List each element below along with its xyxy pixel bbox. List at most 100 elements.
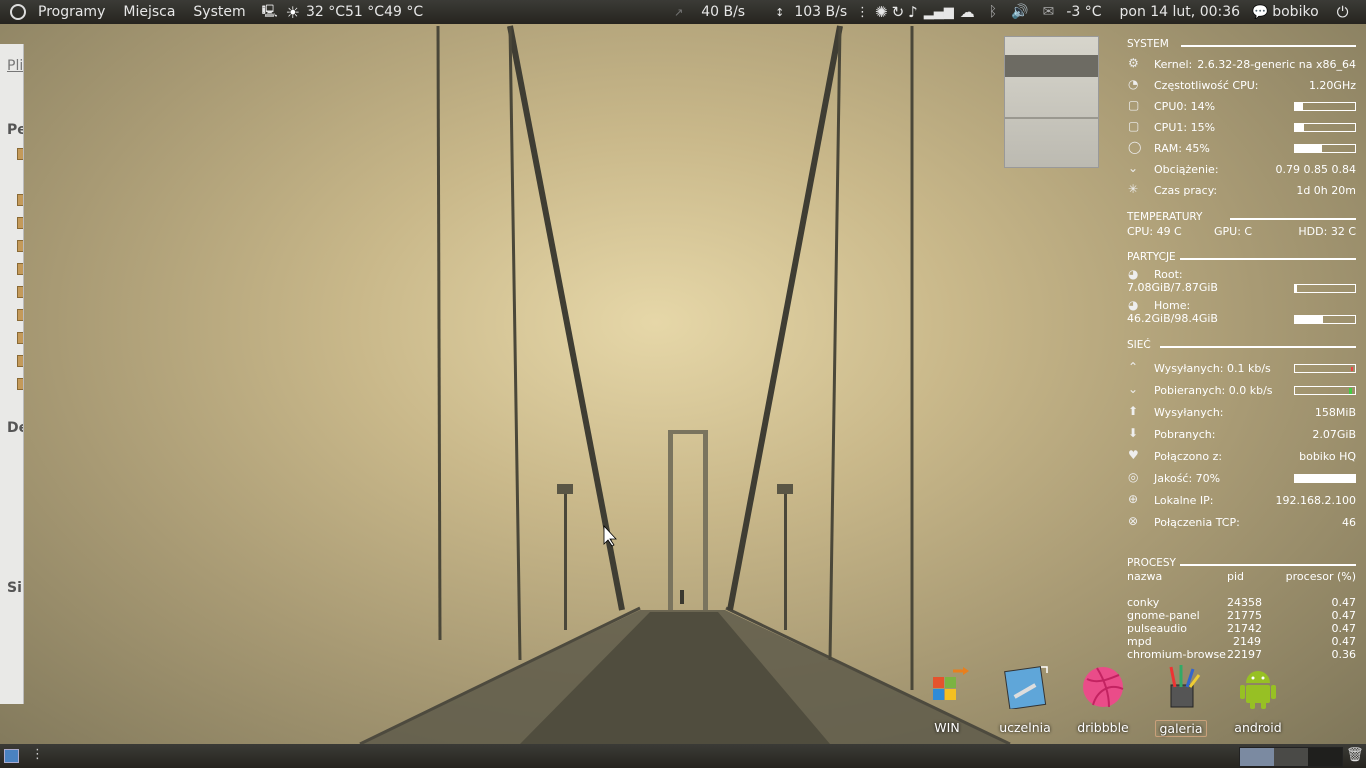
down-rate-graph <box>1294 386 1356 395</box>
desktop-icon-dribbble[interactable]: dribbble <box>1073 665 1133 735</box>
windows-flag-icon <box>933 667 969 700</box>
refresh-icon[interactable]: ↻ <box>892 3 905 21</box>
quality-bar <box>1294 474 1356 483</box>
desktop-icon-label: uczelnia <box>999 720 1051 735</box>
desktop-icon-galeria[interactable]: galeria <box>1151 665 1211 737</box>
volume-icon[interactable]: 🔊 <box>1011 4 1028 20</box>
folder-icon[interactable] <box>17 378 23 390</box>
table-row: gnome-panel 21775 0.47 <box>1123 609 1359 622</box>
up-rate-graph-tick <box>1351 367 1353 371</box>
cpu-temp: CPU: 49 C <box>1127 225 1182 238</box>
menu-file-partial[interactable]: Pli <box>7 58 23 74</box>
weather-temps[interactable]: 32 °C51 °C49 °C <box>306 4 423 20</box>
section-partitions: PARTYCJE <box>1123 251 1359 265</box>
thumbnail-divider <box>1005 117 1098 119</box>
folder-icon[interactable] <box>17 309 23 321</box>
folder-icon[interactable] <box>17 148 23 160</box>
uptime-value: 1d 0h 20m <box>1296 184 1356 197</box>
folder-icon[interactable] <box>17 194 23 206</box>
folder-icon[interactable] <box>17 240 23 252</box>
quality-bar-fill <box>1295 475 1355 482</box>
cpu-chip-icon: ▢ <box>1128 119 1140 133</box>
home-bar-fill <box>1295 316 1324 323</box>
process-pid: 21775 <box>1227 609 1262 622</box>
chat-bubble-icon[interactable]: 💬 <box>1252 5 1268 20</box>
menu-system[interactable]: System <box>187 4 251 20</box>
process-pid: 21742 <box>1227 622 1262 635</box>
aperture-icon[interactable]: ✺ <box>875 3 888 21</box>
net-up-rate[interactable]: 40 B/s <box>701 4 745 20</box>
cloud-icon[interactable]: ☁ <box>960 3 975 21</box>
header-pid: pid <box>1227 570 1245 583</box>
header-cpu: procesor (%) <box>1285 570 1356 583</box>
folder-icon[interactable] <box>17 263 23 275</box>
row-down-total: ⬇ Pobranych: 2.07GiB <box>1123 426 1359 442</box>
sidebar-heading-network: Si <box>7 580 22 596</box>
desktop-icon-label: galeria <box>1155 720 1207 737</box>
ram-bar-fill <box>1295 145 1322 152</box>
row-root-partition: ◕ Root: 7.08GiB/7.87GiB <box>1123 267 1359 295</box>
spinner-icon: ✳ <box>1128 182 1139 196</box>
monitor-icon[interactable]: 🖳 <box>262 2 278 23</box>
process-cpu: 0.47 <box>1331 609 1357 622</box>
show-desktop-icon[interactable] <box>4 749 19 763</box>
power-icon[interactable]: ⏻ <box>1337 3 1349 21</box>
net-down-rate[interactable]: 103 B/s <box>794 4 847 20</box>
up-total-value: 158MiB <box>1314 406 1356 419</box>
row-connected: ♥ Połączono z: bobiko HQ <box>1123 448 1359 464</box>
menu-programy[interactable]: Programy <box>32 4 111 20</box>
section-title: PARTYCJE <box>1127 251 1176 263</box>
row-cpu-freq: ◔ Częstotliwość CPU: 1.20GHz <box>1123 77 1359 93</box>
ubuntu-logo-icon[interactable] <box>10 4 26 20</box>
connected-label: Połączono z: <box>1154 450 1223 463</box>
clock[interactable]: pon 14 lut, 00:36 <box>1120 4 1241 20</box>
menu-miejsca[interactable]: Miejsca <box>117 4 181 20</box>
username[interactable]: bobiko <box>1272 4 1318 20</box>
workspace-3[interactable] <box>1308 748 1342 766</box>
workspace-2[interactable] <box>1274 748 1308 766</box>
process-cpu: 0.47 <box>1331 622 1357 635</box>
folder-icon[interactable] <box>17 355 23 367</box>
process-pid: 2149 <box>1233 635 1261 648</box>
cpu-chip-icon: ▢ <box>1128 98 1140 112</box>
sun-icon[interactable]: ☀ <box>286 3 300 22</box>
signal-bars-icon[interactable]: ▂▄▆ <box>924 5 954 20</box>
music-note-icon[interactable]: ♪ <box>908 3 918 21</box>
folder-icon[interactable] <box>17 217 23 229</box>
local-ip-label: Lokalne IP: <box>1154 494 1214 507</box>
quality-label: Jakość: 70% <box>1154 472 1221 485</box>
pie-chart-icon: ◕ <box>1128 298 1139 312</box>
desktop-icon-win[interactable]: WIN <box>917 665 977 735</box>
file-manager-window[interactable]: Pli Pe De Si <box>0 44 24 704</box>
note-pad-icon <box>1004 666 1048 710</box>
trash-icon[interactable]: 🗑 <box>1346 747 1364 763</box>
drag-handle-icon[interactable]: ⋮ <box>856 5 869 20</box>
process-table-header: nazwa pid procesor (%) <box>1123 568 1359 584</box>
desktop-icon-android[interactable]: android <box>1228 665 1288 735</box>
bluetooth-icon[interactable]: ᛒ <box>989 4 997 20</box>
workspace-1[interactable] <box>1240 748 1274 766</box>
local-ip-value: 192.168.2.100 <box>1275 494 1356 507</box>
cpu0-bar-fill <box>1295 103 1304 110</box>
cpu0-label: CPU0: 14% <box>1154 100 1216 113</box>
folder-icon[interactable] <box>17 332 23 344</box>
up-total-label: Wysyłanych: <box>1154 406 1224 419</box>
workspace-switcher[interactable] <box>1239 747 1343 767</box>
drag-handle-icon[interactable]: ⋮ <box>31 747 44 762</box>
section-rule <box>1180 258 1356 260</box>
section-title: SIEĆ <box>1127 339 1151 351</box>
root-bar-fill <box>1295 285 1351 292</box>
root-bar <box>1294 284 1356 293</box>
workspace-thumbnail[interactable] <box>1004 36 1099 168</box>
desktop-icon-uczelnia[interactable]: uczelnia <box>995 665 1055 735</box>
home-label: Home: <box>1154 299 1191 312</box>
folder-icon[interactable] <box>17 286 23 298</box>
ram-bar <box>1294 144 1356 153</box>
outdoor-temp[interactable]: -3 °C <box>1066 4 1101 20</box>
mail-icon[interactable]: ✉ <box>1043 4 1055 20</box>
gpu-temp: GPU: C <box>1214 225 1253 238</box>
cpu1-bar-fill <box>1295 124 1304 131</box>
row-load: ⌄ Obciążenie: 0.79 0.85 0.84 <box>1123 161 1359 177</box>
home-value: 46.2GiB/98.4GiB <box>1127 312 1218 325</box>
section-network: SIEĆ <box>1123 339 1359 353</box>
